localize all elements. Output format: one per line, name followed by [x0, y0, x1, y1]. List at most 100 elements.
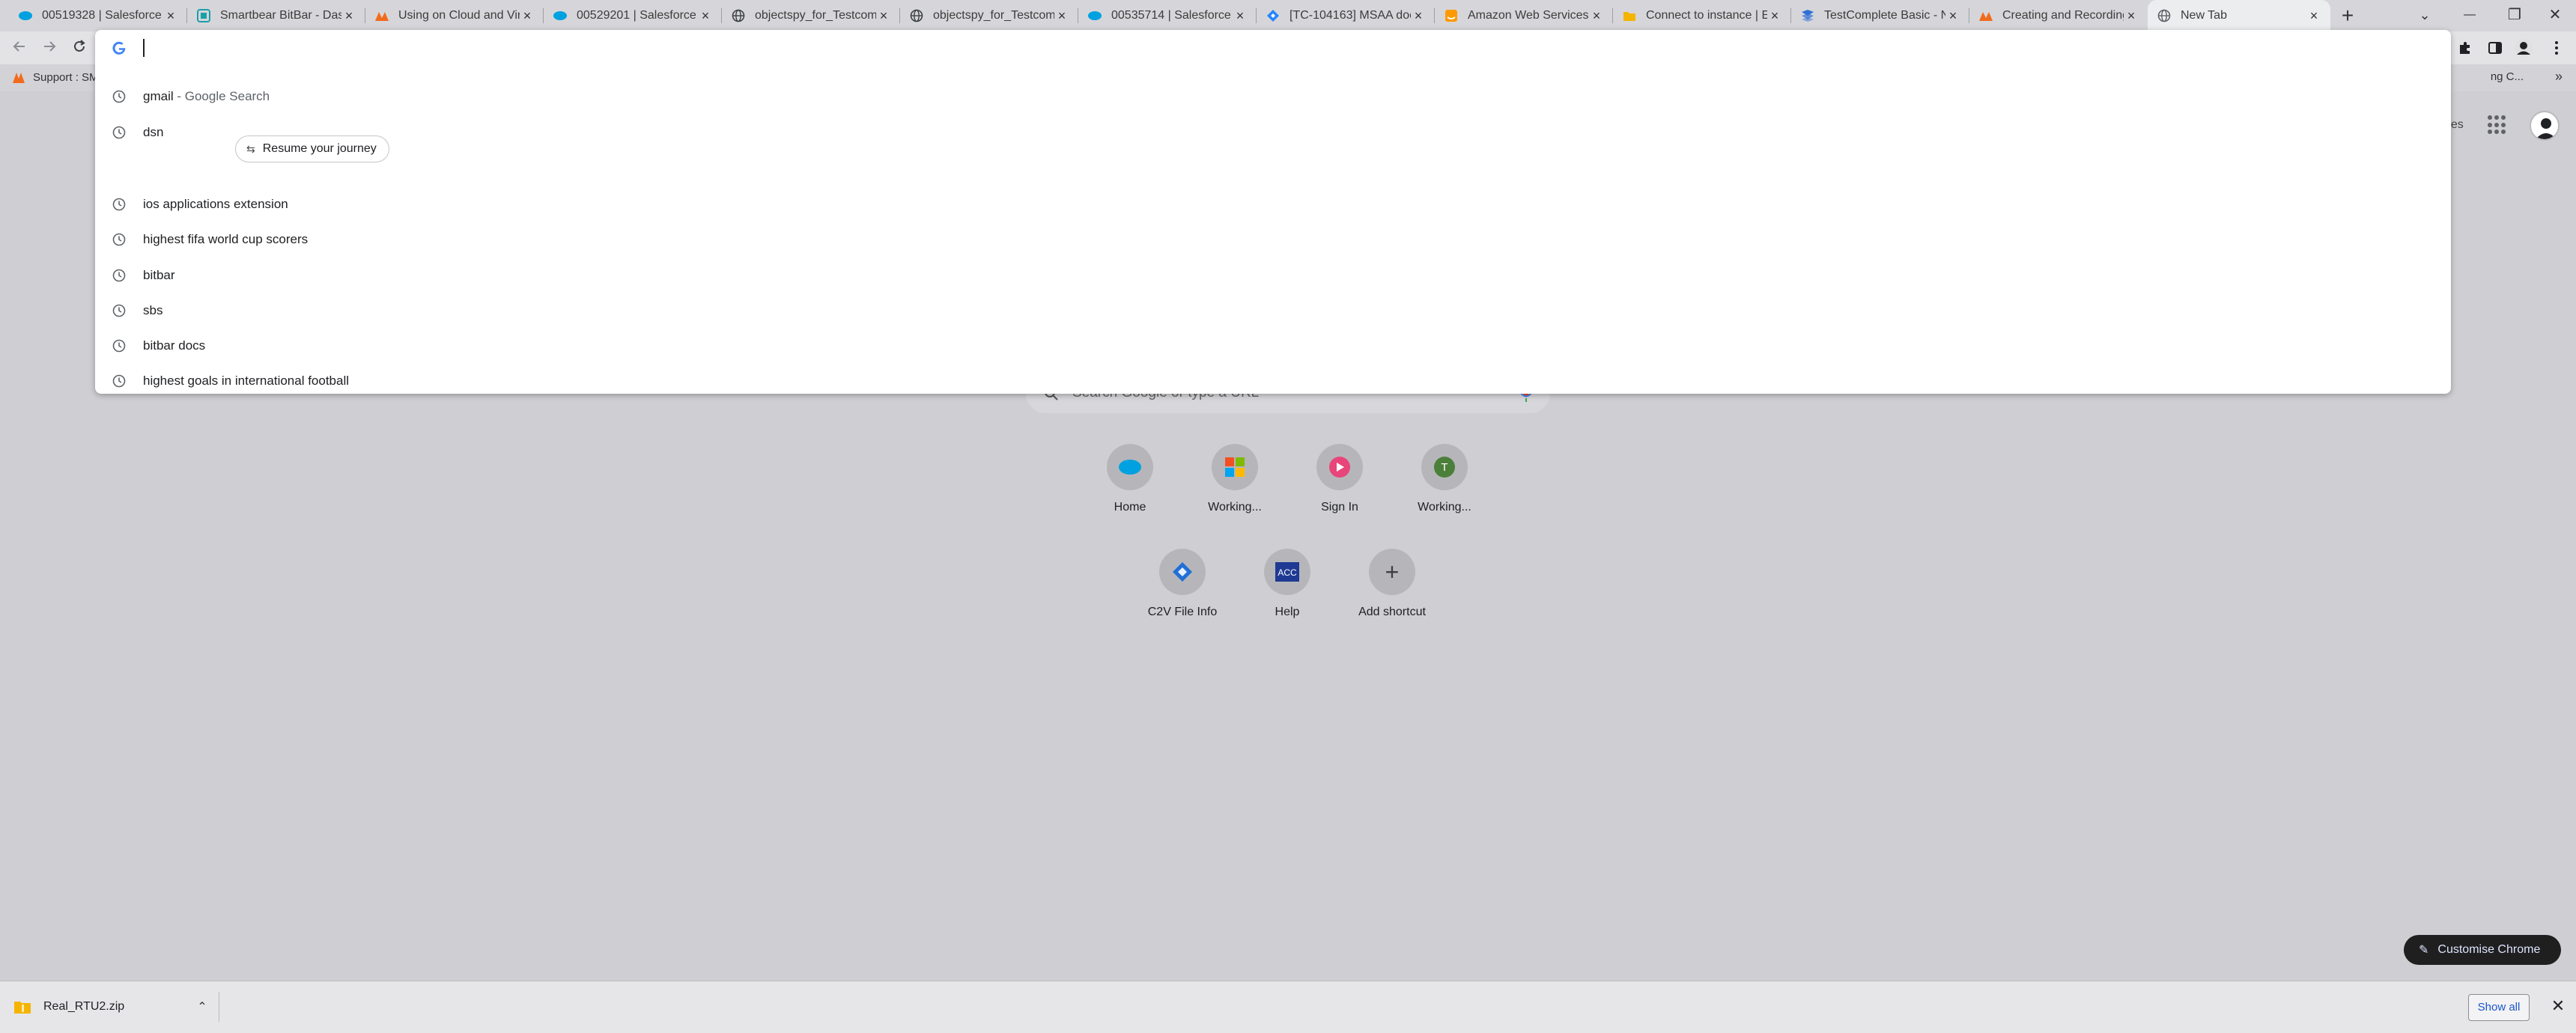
- chevron-up-icon[interactable]: ⌃: [195, 999, 210, 1014]
- shortcut-sign-in[interactable]: Sign In: [1287, 444, 1392, 514]
- history-clock-icon: [112, 339, 126, 353]
- forward-button[interactable]: [36, 34, 63, 61]
- acc-logo-icon: ACC: [1264, 549, 1310, 595]
- customise-chrome-button[interactable]: ✎ Customise Chrome: [2404, 935, 2561, 965]
- close-window-button[interactable]: ✕: [2533, 0, 2576, 31]
- tab-title: objectspy_for_Testcomp: [755, 9, 876, 22]
- salesforce-cloud-icon: [1107, 444, 1153, 490]
- omnibox-input[interactable]: [95, 30, 2451, 67]
- shortcut-label: Home: [1114, 501, 1146, 514]
- extensions-puzzle-icon[interactable]: [2452, 34, 2479, 61]
- suggestion-item[interactable]: bitbar docs: [95, 329, 2451, 363]
- tab-new-tab[interactable]: New Tab ×: [2148, 0, 2330, 31]
- tab-close-icon[interactable]: ×: [876, 8, 891, 24]
- minimize-button[interactable]: —: [2447, 0, 2492, 31]
- tab-aws[interactable]: Amazon Web Services ( ×: [1435, 0, 1613, 31]
- diamond-logo-icon: [1159, 549, 1206, 595]
- tab-close-icon[interactable]: ×: [1411, 8, 1426, 24]
- suggestion-item[interactable]: highest goals in international football: [95, 364, 2451, 398]
- tab-using-on-cloud[interactable]: Using on Cloud and Vir ×: [365, 0, 544, 31]
- tab-close-icon[interactable]: ×: [1589, 8, 1604, 24]
- tab-close-icon[interactable]: ×: [520, 8, 535, 24]
- tab-objectspy-1[interactable]: objectspy_for_Testcomp ×: [722, 0, 900, 31]
- profile-avatar-icon[interactable]: [2510, 34, 2537, 61]
- bookmark-partial[interactable]: ng C...: [2491, 70, 2524, 83]
- download-item[interactable]: Real_RTU2.zip ⌃: [13, 992, 210, 1022]
- google-apps-grid-icon[interactable]: [2488, 115, 2507, 135]
- bookmarks-overflow-chevron-icon[interactable]: »: [2555, 69, 2563, 85]
- suggestion-text: bitbar: [143, 268, 175, 282]
- suggestion-text: dsn: [143, 125, 164, 139]
- tab-close-icon[interactable]: ×: [1054, 8, 1069, 24]
- tab-bitbar-dashboard[interactable]: Smartbear BitBar - Dash ×: [187, 0, 365, 31]
- shortcut-working-2[interactable]: T Working...: [1392, 444, 1497, 514]
- suggestion-item[interactable]: bitbar: [95, 258, 2451, 293]
- tab-close-icon[interactable]: ×: [1945, 8, 1960, 24]
- tab-title: Creating and Recording: [2002, 9, 2124, 22]
- account-avatar[interactable]: [2530, 111, 2560, 141]
- tab-close-icon[interactable]: ×: [1767, 8, 1782, 24]
- shortcut-label: C2V File Info: [1147, 606, 1218, 618]
- tab-salesforce-00535714[interactable]: 00535714 | Salesforce ×: [1078, 0, 1257, 31]
- back-button[interactable]: [6, 34, 33, 61]
- tab-title: 00529201 | Salesforce: [577, 9, 696, 22]
- svg-text:T: T: [1441, 461, 1448, 474]
- suggestion-text: highest fifa world cup scorers: [143, 232, 309, 246]
- zip-folder-icon: [14, 1002, 31, 1014]
- side-panel-icon[interactable]: [2482, 34, 2509, 61]
- forward-arrow-icon: [44, 41, 56, 52]
- tab-connect-to-instance[interactable]: Connect to instance | E ×: [1613, 0, 1791, 31]
- tab-search-chevron-icon[interactable]: ⌄: [2402, 0, 2447, 31]
- tab-title: Smartbear BitBar - Dash: [220, 9, 341, 22]
- bookmark-support[interactable]: Support : SM: [12, 70, 99, 84]
- tab-title: 00519328 | Salesforce: [42, 9, 162, 22]
- history-clock-icon: [112, 374, 126, 388]
- new-tab-button[interactable]: +: [2335, 3, 2360, 28]
- chrome-menu-icon[interactable]: [2543, 34, 2570, 61]
- tab-close-icon[interactable]: ×: [2124, 8, 2139, 24]
- journey-label: Resume your journey: [262, 142, 377, 155]
- jira-icon: [1266, 8, 1281, 23]
- shortcut-label: Help: [1275, 606, 1300, 618]
- suggestion-item[interactable]: gmail - Google Search: [95, 79, 2451, 114]
- person-silhouette-icon: [2536, 118, 2557, 139]
- tab-jira-tc-104163[interactable]: [TC-104163] MSAA doe ×: [1257, 0, 1435, 31]
- resume-journey-chip[interactable]: ⇆ Resume your journey: [235, 135, 389, 162]
- tab-title: Connect to instance | E: [1646, 9, 1767, 22]
- tab-salesforce-00519328[interactable]: 00519328 | Salesforce ×: [9, 0, 187, 31]
- suggestion-item[interactable]: sbs: [95, 293, 2451, 328]
- restore-button[interactable]: ❐: [2492, 0, 2537, 31]
- history-clock-icon: [112, 233, 126, 246]
- suggestion-item[interactable]: dsn: [95, 115, 2451, 150]
- tab-close-icon[interactable]: ×: [341, 8, 356, 24]
- salesforce-cloud-icon: [553, 8, 568, 23]
- shortcut-help[interactable]: ACC Help: [1235, 549, 1340, 619]
- tab-title: objectspy_for_Testcomp: [933, 9, 1054, 22]
- close-downloads-bar-icon[interactable]: ✕: [2548, 996, 2569, 1016]
- tab-creating-and-recording[interactable]: Creating and Recording ×: [1969, 0, 2148, 31]
- salesforce-cloud-icon: [18, 8, 33, 23]
- smartbear-icon: [13, 73, 25, 83]
- shortcut-c2v-file-info[interactable]: C2V File Info: [1130, 549, 1235, 619]
- aws-folder-icon: [1622, 8, 1637, 23]
- tab-close-icon[interactable]: ×: [2306, 8, 2321, 24]
- google-g-icon: [112, 41, 126, 55]
- tab-testcomplete-basic[interactable]: TestComplete Basic - N ×: [1791, 0, 1969, 31]
- suggestion-text: gmail - Google Search: [143, 89, 270, 103]
- suggestion-item[interactable]: ios applications extension: [95, 187, 2451, 222]
- svg-text:ACC: ACC: [1278, 567, 1297, 578]
- suggestion-item[interactable]: highest fifa world cup scorers: [95, 222, 2451, 257]
- shortcut-working-1[interactable]: Working...: [1182, 444, 1287, 514]
- tab-close-icon[interactable]: ×: [698, 8, 713, 24]
- suggestion-text: sbs: [143, 303, 163, 317]
- tab-close-icon[interactable]: ×: [163, 8, 178, 24]
- shortcut-add[interactable]: + Add shortcut: [1340, 549, 1445, 619]
- history-clock-icon: [112, 304, 126, 317]
- tab-title: New Tab: [2181, 9, 2227, 22]
- tab-close-icon[interactable]: ×: [1233, 8, 1248, 24]
- shortcut-home[interactable]: Home: [1078, 444, 1182, 514]
- reload-button[interactable]: [66, 34, 93, 61]
- tab-salesforce-00529201[interactable]: 00529201 | Salesforce ×: [544, 0, 722, 31]
- show-all-downloads-button[interactable]: Show all: [2468, 994, 2530, 1021]
- tab-objectspy-2[interactable]: objectspy_for_Testcomp ×: [900, 0, 1078, 31]
